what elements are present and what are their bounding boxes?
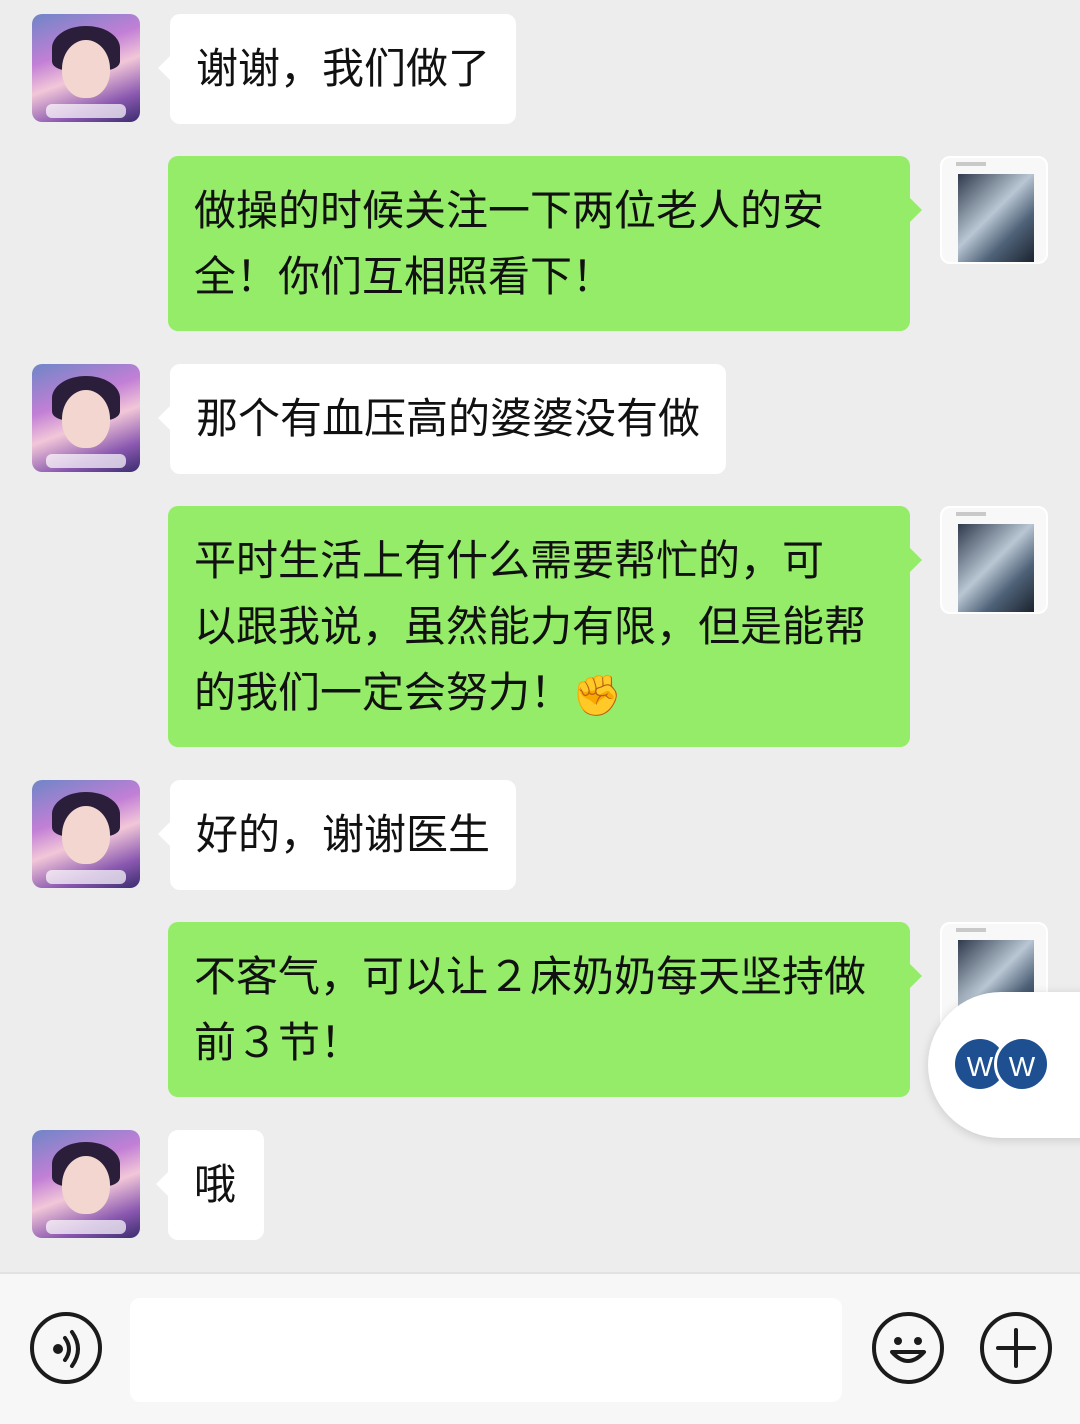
voice-button[interactable] <box>30 1312 102 1384</box>
chat-message-list: 谢谢，我们做了 做操的时候关注一下两位老人的安 全！你们互相照看下！ 那个有血压… <box>0 0 1080 1272</box>
message-input[interactable] <box>130 1298 842 1402</box>
my-avatar[interactable] <box>940 156 1048 264</box>
message-text-line: 全！你们互相照看下！ <box>194 252 615 301</box>
message-text: 那个有血压高的婆婆没有做 <box>196 394 701 443</box>
message-bubble[interactable]: 好的，谢谢医生 <box>157 780 517 890</box>
message-text: 谢谢，我们做了 <box>196 44 491 93</box>
message-text-line: 不客气，可以让２床奶奶每天坚持做 <box>194 952 867 1001</box>
message-bubble[interactable]: 做操的时候关注一下两位老人的安 全！你们互相照看下！ <box>168 156 922 331</box>
message-text: 哦 <box>194 1160 237 1209</box>
message-bubble[interactable]: 那个有血压高的婆婆没有做 <box>157 364 727 474</box>
contact-avatar[interactable] <box>32 780 140 888</box>
message-text: 的我们一定会努力！ <box>194 668 573 717</box>
message-bubble[interactable]: 哦 <box>156 1130 264 1240</box>
emoji-button[interactable] <box>872 1312 944 1384</box>
fist-emoji: ✊ <box>572 672 622 719</box>
floating-app-badge[interactable]: W <box>994 1036 1050 1092</box>
message-text-line: 做操的时候关注一下两位老人的安 <box>194 186 825 235</box>
message-text: 好的，谢谢医生 <box>196 810 491 859</box>
message-bubble[interactable]: 平时生活上有什么需要帮忙的，可 以跟我说，虽然能力有限，但是能帮 的我们一定会努… <box>168 506 922 747</box>
emoji-icon <box>890 1337 926 1363</box>
message-bubble[interactable]: 谢谢，我们做了 <box>157 14 517 124</box>
contact-avatar[interactable] <box>32 364 140 472</box>
my-avatar[interactable] <box>940 506 1048 614</box>
contact-avatar[interactable] <box>32 1130 140 1238</box>
plus-icon <box>996 1328 1036 1368</box>
input-toolbar <box>0 1272 1080 1424</box>
contact-avatar[interactable] <box>32 14 140 122</box>
message-bubble[interactable]: 不客气，可以让２床奶奶每天坚持做 前３节！ <box>168 922 922 1097</box>
message-text-line: 平时生活上有什么需要帮忙的，可 <box>194 536 825 585</box>
more-button[interactable] <box>980 1312 1052 1384</box>
message-text-line: 前３节！ <box>194 1018 363 1067</box>
message-text-line: 以跟我说，虽然能力有限，但是能帮 <box>194 602 867 651</box>
message-text-line-with-emoji: 的我们一定会努力！✊ <box>194 660 884 726</box>
voice-icon <box>53 1330 80 1368</box>
floating-window-widget[interactable]: W W <box>928 992 1080 1138</box>
